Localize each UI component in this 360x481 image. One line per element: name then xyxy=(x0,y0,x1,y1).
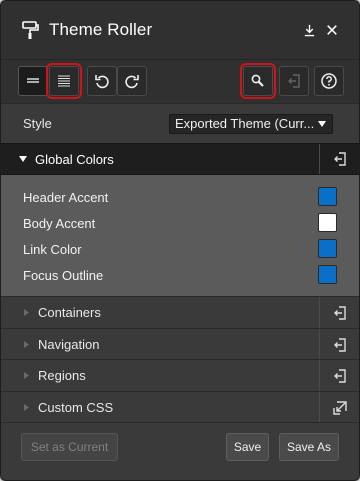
color-label: Body Accent xyxy=(23,215,96,231)
color-label: Link Color xyxy=(23,241,82,257)
caret-right-icon xyxy=(24,372,29,379)
color-label: Focus Outline xyxy=(23,267,104,283)
close-icon[interactable] xyxy=(325,23,339,37)
reset-all-button[interactable] xyxy=(279,66,309,96)
save-as-button[interactable]: Save As xyxy=(279,433,339,461)
reset-icon xyxy=(333,337,346,352)
detailed-view-button[interactable] xyxy=(46,63,82,99)
set-as-current-button[interactable]: Set as Current xyxy=(21,433,118,461)
color-swatch[interactable] xyxy=(318,187,337,206)
accordion-global-colors[interactable]: Global Colors xyxy=(1,143,359,175)
accordion-label: Regions xyxy=(38,368,86,383)
caret-down-icon xyxy=(19,156,27,162)
accordion-containers[interactable]: Containers xyxy=(1,296,359,328)
simple-view-button[interactable] xyxy=(18,66,48,96)
caret-right-icon xyxy=(24,341,29,348)
style-select[interactable]: Exported Theme (Curr... xyxy=(169,114,333,134)
reset-icon xyxy=(333,152,346,166)
help-icon xyxy=(321,73,337,89)
detailed-view-icon xyxy=(58,75,70,87)
reset-icon xyxy=(333,368,346,383)
simple-view-icon xyxy=(27,78,39,83)
reset-section-button[interactable] xyxy=(319,360,359,391)
redo-icon xyxy=(125,75,139,89)
reset-icon xyxy=(288,74,300,88)
color-swatch[interactable] xyxy=(318,239,337,258)
color-row-link-color: Link Color xyxy=(1,236,359,262)
undo-button[interactable] xyxy=(87,66,117,96)
caret-right-icon xyxy=(24,404,29,411)
style-select-value: Exported Theme (Curr... xyxy=(175,116,315,131)
style-row: Style Exported Theme (Curr... xyxy=(1,103,359,143)
caret-right-icon xyxy=(24,309,29,316)
accordion-label: Global Colors xyxy=(35,151,114,167)
footer: Set as Current Save Save As xyxy=(1,422,359,480)
reset-section-button[interactable] xyxy=(319,144,359,174)
chevron-down-icon xyxy=(318,121,326,127)
open-external-icon xyxy=(332,400,347,415)
reset-icon xyxy=(333,305,346,320)
redo-button[interactable] xyxy=(117,66,147,96)
color-swatch[interactable] xyxy=(318,213,337,232)
undo-icon xyxy=(95,75,109,89)
color-swatch[interactable] xyxy=(318,265,337,284)
color-row-body-accent: Body Accent xyxy=(1,210,359,236)
accordion-label: Custom CSS xyxy=(38,400,114,415)
save-button[interactable]: Save xyxy=(226,433,269,461)
reset-section-button[interactable] xyxy=(319,297,359,328)
style-label: Style xyxy=(23,116,52,131)
dialog-title: Theme Roller xyxy=(49,20,153,39)
theme-roller-dialog: Theme Roller Style Exported Theme (Curr.… xyxy=(0,0,360,481)
search-button[interactable] xyxy=(240,63,276,99)
pin-icon[interactable] xyxy=(302,23,316,37)
color-label: Header Accent xyxy=(23,189,109,205)
color-row-header-accent: Header Accent xyxy=(1,184,359,210)
open-custom-css-button[interactable] xyxy=(319,392,359,423)
accordion-label: Navigation xyxy=(38,337,100,352)
accordion-custom-css[interactable]: Custom CSS xyxy=(1,391,359,423)
accordion-label: Containers xyxy=(38,305,101,320)
color-row-focus-outline: Focus Outline xyxy=(1,262,359,288)
global-colors-panel: Header Accent Body Accent Link Color Foc… xyxy=(1,175,359,296)
search-icon xyxy=(251,74,264,87)
paint-roller-icon xyxy=(21,20,41,40)
toolbar xyxy=(1,59,359,103)
accordion-navigation[interactable]: Navigation xyxy=(1,328,359,360)
help-button[interactable] xyxy=(314,66,344,96)
reset-section-button[interactable] xyxy=(319,329,359,360)
accordion-regions[interactable]: Regions xyxy=(1,359,359,391)
title-bar[interactable]: Theme Roller xyxy=(1,1,359,59)
